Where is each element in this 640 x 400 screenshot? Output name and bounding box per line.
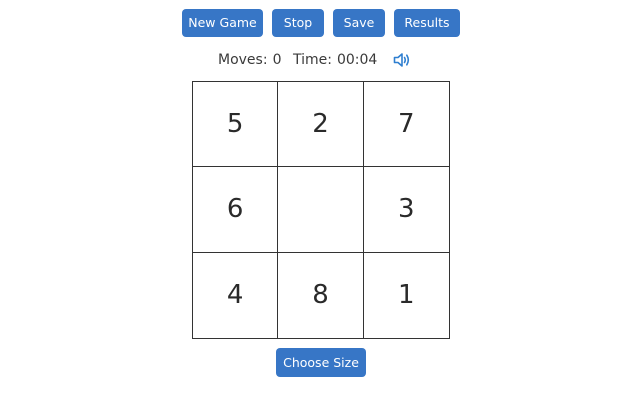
results-button[interactable]: Results bbox=[394, 9, 460, 37]
time-label: Time: bbox=[293, 52, 332, 68]
empty-tile bbox=[278, 167, 364, 253]
stop-button[interactable]: Stop bbox=[272, 9, 324, 37]
time-value: 00:04 bbox=[336, 52, 378, 68]
status-bar: Moves: 0 Time: 00:04 bbox=[0, 50, 640, 70]
moves-label: Moves: bbox=[218, 52, 268, 68]
toolbar: New Game Stop Save Results bbox=[0, 9, 640, 37]
tile[interactable]: 8 bbox=[278, 252, 364, 338]
tile[interactable]: 1 bbox=[364, 253, 449, 338]
tile[interactable]: 2 bbox=[278, 82, 364, 168]
tile[interactable]: 6 bbox=[193, 167, 279, 253]
puzzle-board: 5 2 7 6 3 4 8 1 bbox=[192, 81, 450, 339]
timer: Time: 00:04 bbox=[293, 50, 377, 70]
tile[interactable]: 5 bbox=[193, 82, 279, 168]
tile[interactable]: 7 bbox=[363, 82, 449, 168]
tile[interactable]: 3 bbox=[363, 167, 449, 253]
save-button[interactable]: Save bbox=[333, 9, 385, 37]
tile[interactable]: 4 bbox=[193, 252, 279, 338]
speaker-on-icon[interactable] bbox=[393, 52, 411, 68]
game-page: New Game Stop Save Results Moves: 0 Time:… bbox=[0, 0, 640, 400]
new-game-button[interactable]: New Game bbox=[182, 9, 263, 37]
moves-counter: Moves: 0 bbox=[218, 50, 281, 70]
choose-size-button[interactable]: Choose Size bbox=[276, 348, 366, 377]
moves-value: 0 bbox=[272, 52, 282, 68]
